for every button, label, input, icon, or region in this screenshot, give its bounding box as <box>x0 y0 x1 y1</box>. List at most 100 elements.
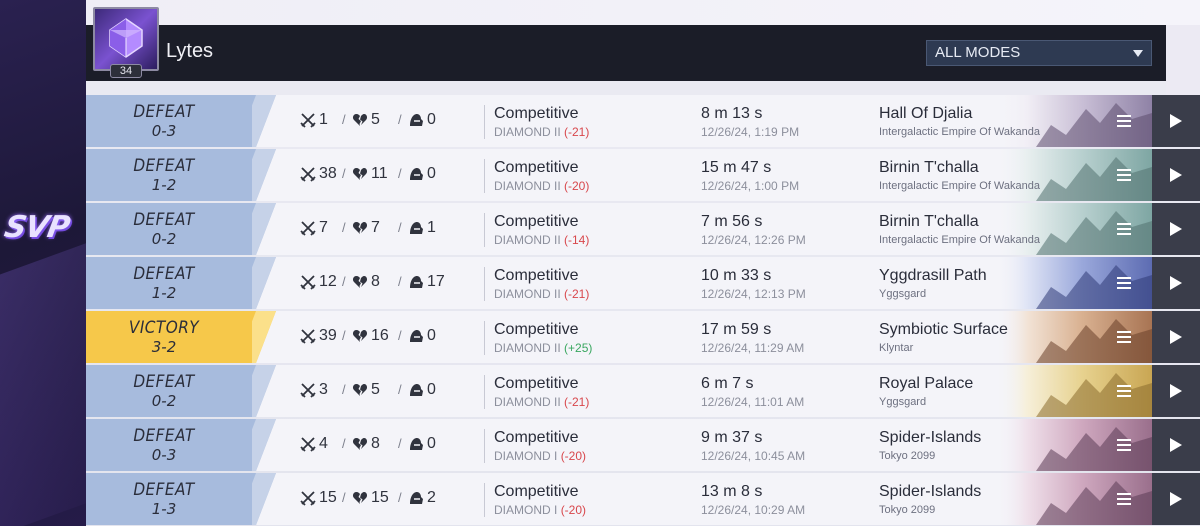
deaths-stat: 8 <box>352 435 380 455</box>
map-region: Yggsgard <box>879 396 927 408</box>
list-icon[interactable] <box>1109 213 1139 245</box>
match-row[interactable]: DEFEAT 0-3 1 / 5 / 0 Competitive DIAMOND… <box>86 95 1200 147</box>
map-name: Royal Palace <box>879 375 974 392</box>
mode-column: Competitive DIAMOND II (+25) <box>484 321 592 355</box>
match-datetime: 12/26/24, 11:01 AM <box>701 395 805 409</box>
rank-tier: DIAMOND II <box>494 287 561 301</box>
chevron-down-icon <box>1133 50 1143 57</box>
assists-value: 2 <box>427 489 436 506</box>
game-mode: Competitive <box>494 321 579 338</box>
match-score: 0-2 <box>151 392 177 410</box>
player-avatar[interactable] <box>93 7 159 71</box>
replay-button[interactable] <box>1152 365 1200 417</box>
rank-line: DIAMOND I (-20) <box>494 503 586 517</box>
stat-divider: / <box>342 274 346 289</box>
kills-stat: 15 <box>300 489 337 509</box>
match-result: DEFEAT <box>133 480 195 500</box>
mode-filter-value: ALL MODES <box>935 44 1021 61</box>
kills-stat: 39 <box>300 327 337 347</box>
match-score: 1-3 <box>151 500 177 518</box>
map-region: Intergalactic Empire Of Wakanda <box>879 234 1040 246</box>
match-row[interactable]: DEFEAT 0-2 3 / 5 / 0 Competitive DIAMOND… <box>86 365 1200 417</box>
replay-button[interactable] <box>1152 311 1200 363</box>
list-icon[interactable] <box>1109 429 1139 461</box>
list-icon[interactable] <box>1109 267 1139 299</box>
match-row[interactable]: DEFEAT 1-2 12 / 8 / 17 Competitive DIAMO… <box>86 257 1200 309</box>
time-column: 7 m 56 s 12/26/24, 12:26 PM <box>701 213 806 247</box>
deaths-stat: 5 <box>352 111 380 131</box>
broken-heart-icon <box>352 384 368 396</box>
match-row[interactable]: DEFEAT 1-3 15 / 15 / 2 Competitive DIAMO… <box>86 473 1200 525</box>
assists-stat: 0 <box>408 165 436 185</box>
deaths-stat: 5 <box>352 381 380 401</box>
rank-tier: DIAMOND II <box>494 233 561 247</box>
assists-stat: 0 <box>408 381 436 401</box>
map-name: Birnin T'challa <box>879 213 979 230</box>
gem-icon <box>109 18 143 58</box>
helmet-assist-icon <box>410 222 423 234</box>
replay-button[interactable] <box>1152 257 1200 309</box>
match-datetime: 12/26/24, 10:45 AM <box>701 449 806 463</box>
map-column: Spider-Islands Tokyo 2099 <box>879 429 981 463</box>
kills-value: 7 <box>319 219 328 236</box>
result-stripe <box>252 149 276 201</box>
rank-delta: (-21) <box>564 395 590 409</box>
assists-stat: 0 <box>408 327 436 347</box>
list-icon[interactable] <box>1109 321 1139 353</box>
match-result: DEFEAT <box>133 426 195 446</box>
replay-button[interactable] <box>1152 95 1200 147</box>
crossed-swords-icon <box>300 437 316 452</box>
mode-column: Competitive DIAMOND II (-14) <box>484 213 589 247</box>
kills-stat: 1 <box>300 111 328 131</box>
match-result: DEFEAT <box>133 264 195 284</box>
stat-divider: / <box>398 274 402 289</box>
rank-tier: DIAMOND I <box>494 449 558 463</box>
kills-value: 1 <box>319 111 328 128</box>
deaths-value: 8 <box>371 435 380 452</box>
game-mode: Competitive <box>494 105 579 122</box>
match-row[interactable]: DEFEAT 0-3 4 / 8 / 0 Competitive DIAMOND… <box>86 419 1200 471</box>
time-column: 17 m 59 s 12/26/24, 11:29 AM <box>701 321 804 355</box>
crossed-swords-icon <box>300 383 316 398</box>
list-icon[interactable] <box>1109 105 1139 137</box>
broken-heart-icon <box>352 492 368 504</box>
player-level: 34 <box>110 64 142 78</box>
crossed-swords-icon <box>300 275 316 290</box>
map-name: Spider-Islands <box>879 429 982 446</box>
kills-stat: 4 <box>300 435 328 455</box>
play-icon <box>1170 492 1182 506</box>
match-row[interactable]: DEFEAT 1-2 38 / 11 / 0 Competitive DIAMO… <box>86 149 1200 201</box>
replay-button[interactable] <box>1152 473 1200 525</box>
assists-value: 0 <box>427 435 436 452</box>
replay-button[interactable] <box>1152 419 1200 471</box>
result-stripe <box>252 95 276 147</box>
assists-value: 0 <box>427 381 436 398</box>
mode-column: Competitive DIAMOND II (-21) <box>484 267 589 301</box>
match-row[interactable]: VICTORY 3-2 39 / 16 / 0 Competitive DIAM… <box>86 311 1200 363</box>
list-icon[interactable] <box>1109 375 1139 407</box>
match-score: 0-3 <box>151 122 177 140</box>
rank-tier: DIAMOND I <box>494 503 558 517</box>
mode-filter-dropdown[interactable]: ALL MODES <box>926 40 1152 66</box>
crossed-swords-icon <box>300 329 316 344</box>
match-score: 3-2 <box>151 338 177 356</box>
match-row[interactable]: DEFEAT 0-2 7 / 7 / 1 Competitive DIAMOND… <box>86 203 1200 255</box>
list-icon[interactable] <box>1109 483 1139 515</box>
map-name: Birnin T'challa <box>879 159 979 176</box>
rank-line: DIAMOND II (+25) <box>494 341 592 355</box>
match-duration: 17 m 59 s <box>701 321 772 338</box>
assists-stat: 1 <box>408 219 436 239</box>
replay-button[interactable] <box>1152 149 1200 201</box>
kills-stat: 12 <box>300 273 337 293</box>
list-icon[interactable] <box>1109 159 1139 191</box>
match-duration: 10 m 33 s <box>701 267 772 284</box>
broken-heart-icon <box>352 168 368 180</box>
map-column: Birnin T'challa Intergalactic Empire Of … <box>879 213 1040 247</box>
replay-button[interactable] <box>1152 203 1200 255</box>
match-result: DEFEAT <box>133 156 195 176</box>
map-column: Symbiotic Surface Klyntar <box>879 321 1008 355</box>
assists-stat: 17 <box>408 273 445 293</box>
match-duration: 7 m 56 s <box>701 213 763 230</box>
rank-line: DIAMOND I (-20) <box>494 449 586 463</box>
map-region: Intergalactic Empire Of Wakanda <box>879 126 1040 138</box>
